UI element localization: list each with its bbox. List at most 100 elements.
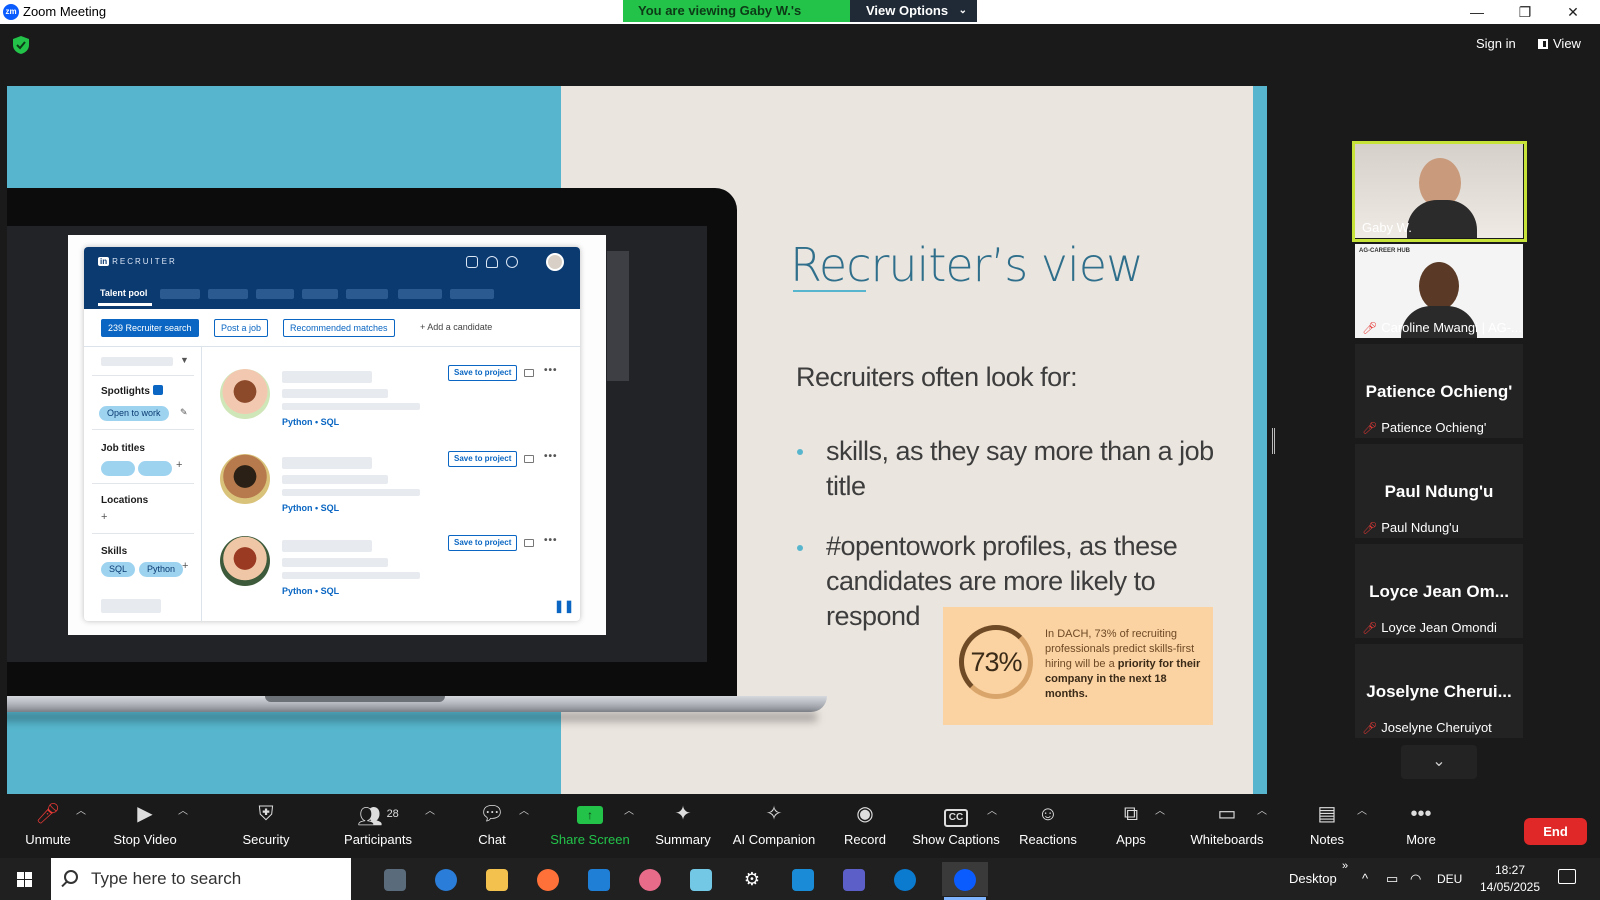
job-title-pill [101, 461, 135, 476]
edit-pencil-icon: ✎ [180, 407, 188, 417]
participant-name: 🎤︎ Patience Ochieng' [1362, 420, 1487, 435]
view-options-button[interactable]: View Options ⌄ [850, 0, 977, 22]
participants-options-caret[interactable]: ︿ [425, 802, 435, 817]
notes-options-caret[interactable]: ︿ [1357, 802, 1367, 817]
job-titles-heading: Job titles [101, 443, 145, 454]
gallery-scroll-down-button[interactable]: ⌄ [1401, 745, 1477, 779]
reactions-button[interactable]: ☺︎ Reactions [1016, 794, 1080, 858]
video-options-caret[interactable]: ︿ [178, 802, 188, 817]
candidate-name-placeholder [282, 540, 372, 552]
ai-companion-button[interactable]: ✧ AI Companion [730, 794, 818, 858]
stat-text: In DACH, 73% of recruiting professionals… [1045, 628, 1201, 700]
stop-video-button[interactable]: ▶︎ Stop Video [107, 794, 183, 858]
skills-heading: Skills [101, 546, 128, 557]
clock-date: 14/05/2025 [1479, 880, 1541, 894]
video-tile-paul[interactable]: Paul Ndung'u 🎤︎ Paul Ndung'u [1355, 444, 1523, 538]
participant-display-name: Patience Ochieng' [1365, 382, 1513, 401]
video-tile-caroline[interactable]: AG-CAREER HUB 🎤︎ Caroline Mwangi | AG-... [1355, 244, 1523, 338]
stat-callout: 73% In DACH, 73% of recruiting professio… [943, 607, 1213, 725]
video-tile-loyce[interactable]: Loyce Jean Om... 🎤︎ Loyce Jean Omondi [1355, 544, 1523, 638]
windows-taskbar: Type here to search ⚙ Desktop » ^ ▭ ◠ DE… [0, 858, 1600, 900]
recruiter-header: in RECRUITER Talent pool [84, 247, 580, 309]
store-app-icon[interactable] [780, 862, 826, 896]
teams-app-icon[interactable] [831, 862, 877, 896]
end-meeting-button[interactable]: End [1524, 818, 1587, 845]
filter-placeholder [101, 599, 161, 613]
participant-name: 🎤︎ Caroline Mwangi | AG-... [1362, 320, 1522, 335]
apps-button[interactable]: ⧉ Apps [1107, 794, 1155, 858]
clock[interactable]: 18:27 14/05/2025 [1478, 862, 1542, 896]
audio-options-caret[interactable]: ︿ [76, 802, 86, 817]
video-tile-patience[interactable]: Patience Ochieng' 🎤︎ Patience Ochieng' [1355, 344, 1523, 438]
notifications-icon[interactable] [1558, 869, 1576, 884]
sign-in-button[interactable]: Sign in [1476, 36, 1516, 51]
apps-options-caret[interactable]: ︿ [1155, 802, 1165, 817]
filter-placeholder [101, 357, 173, 366]
candidate-detail-placeholder [282, 572, 420, 579]
bullet-dot [797, 545, 803, 551]
calculator-app-icon[interactable] [372, 862, 418, 896]
shield-icon: ⛨ [258, 803, 274, 825]
smiley-icon: ☺︎ [1037, 803, 1059, 825]
record-button[interactable]: ◉ Record [840, 794, 890, 858]
muted-mic-icon: 🎤︎ [1362, 621, 1378, 635]
whiteboards-options-caret[interactable]: ︿ [1257, 802, 1267, 817]
locations-heading: Locations [101, 495, 149, 506]
notes-button[interactable]: ▤ Notes [1302, 794, 1352, 858]
slide-subtitle: Recruiters often look for: [796, 362, 1078, 392]
unmute-button[interactable]: 🎤︎ Unmute [18, 794, 78, 858]
summary-button[interactable]: ✦ Summary [652, 794, 714, 858]
video-tile-joselyne[interactable]: Joselyne Cherui... 🎤︎ Joselyne Cheruiyot [1355, 644, 1523, 738]
skill-pill-python: Python [139, 562, 184, 577]
muted-mic-icon: 🎤︎ [1362, 321, 1378, 335]
candidate-detail-placeholder [282, 403, 420, 410]
firefox-icon[interactable] [525, 862, 571, 896]
add-job-title-icon: + [176, 459, 183, 471]
close-button[interactable]: ✕ [1550, 0, 1596, 24]
taskbar-search[interactable]: Type here to search [51, 858, 351, 900]
post-job-button: Post a job [214, 319, 269, 337]
paint-app-icon[interactable] [423, 862, 469, 896]
chat-options-caret[interactable]: ︿ [519, 802, 529, 817]
participants-button[interactable]: 👥︎ 28 Participants [340, 794, 416, 858]
linkedin-icon [152, 385, 163, 395]
wifi-icon[interactable]: ◠ [1410, 871, 1421, 887]
spotlights-heading: Spotlights [101, 385, 163, 397]
desktop-toolbar-label[interactable]: Desktop [1289, 871, 1337, 886]
input-language[interactable]: DEU [1437, 872, 1462, 886]
zoom-app-icon[interactable] [942, 862, 988, 896]
avatar [546, 253, 564, 271]
help-icon [506, 256, 518, 268]
view-layout-icon [1538, 39, 1548, 49]
minimize-button[interactable]: — [1454, 0, 1500, 24]
share-screen-icon: ↑ [550, 794, 630, 832]
bullet-dot [797, 449, 803, 455]
tab-talent-pool: Talent pool [100, 288, 148, 298]
panel-resize-handle[interactable] [1272, 428, 1275, 454]
more-button[interactable]: ••• More [1396, 794, 1446, 858]
skill-pill-sql: SQL [101, 562, 136, 577]
webex-app-icon[interactable] [882, 862, 928, 896]
toolbar-expand-icon[interactable]: » [1342, 860, 1348, 872]
view-button[interactable]: View [1538, 36, 1581, 51]
open-to-work-pill: Open to work [99, 406, 169, 421]
security-button[interactable]: ⛨ Security [235, 794, 297, 858]
file-explorer-icon[interactable] [474, 862, 520, 896]
captions-options-caret[interactable]: ︿ [987, 802, 997, 817]
stat-percent: 73% [970, 647, 1022, 677]
settings-gear-icon[interactable]: ⚙ [729, 862, 775, 896]
linkedin-logo-icon: in [98, 257, 110, 266]
chat-button[interactable]: 💬︎ Chat [467, 794, 517, 858]
encryption-shield-icon[interactable] [13, 36, 29, 54]
divider [92, 429, 194, 430]
participant-name: 🎤︎ Joselyne Cheruiyot [1362, 720, 1492, 735]
start-button[interactable] [0, 858, 48, 900]
paint3d-app-icon[interactable] [627, 862, 673, 896]
share-options-caret[interactable]: ︿ [624, 802, 634, 817]
chevron-up-icon[interactable]: ^ [1362, 871, 1368, 886]
restore-button[interactable]: ❐ [1502, 0, 1548, 24]
notes-app-icon[interactable] [678, 862, 724, 896]
battery-icon[interactable]: ▭ [1386, 871, 1398, 887]
share-screen-button[interactable]: ↑ Share Screen [550, 794, 630, 858]
photos-app-icon[interactable] [576, 862, 622, 896]
